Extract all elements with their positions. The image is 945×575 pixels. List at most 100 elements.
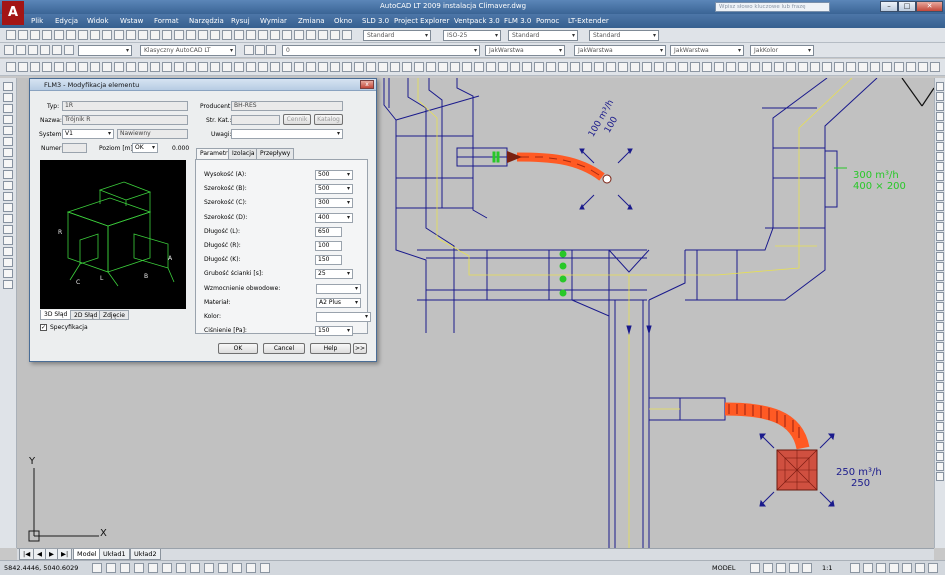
modify-tool-icon[interactable]	[936, 132, 944, 141]
system-select[interactable]: V1	[62, 129, 114, 139]
draw-tool-icon[interactable]	[3, 258, 13, 267]
toolbar-tool-icon[interactable]	[258, 62, 268, 72]
toolbar-tool-icon[interactable]	[258, 30, 268, 40]
poziom-ref-select[interactable]: OK	[132, 143, 158, 153]
status-tray-icon[interactable]	[889, 563, 899, 573]
dim-style-select[interactable]: ISO-25	[443, 30, 501, 41]
status-tray-icon[interactable]	[902, 563, 912, 573]
draw-tool-icon[interactable]	[3, 126, 13, 135]
modify-tool-icon[interactable]	[936, 262, 944, 271]
tab-insulation[interactable]: Izolacja	[228, 148, 259, 159]
draw-tool-icon[interactable]	[3, 170, 13, 179]
toolbar-tool-icon[interactable]	[342, 62, 352, 72]
toolbar-tool-icon[interactable]	[126, 30, 136, 40]
status-toggle-icon[interactable]	[246, 563, 256, 573]
maximize-button[interactable]: □	[898, 1, 916, 12]
menu-item-12[interactable]: Ventpack 3.0	[454, 17, 500, 25]
toolbar-tool-icon[interactable]	[798, 62, 808, 72]
param-select[interactable]: 300	[315, 198, 353, 209]
toolbar-tool-icon[interactable]	[558, 62, 568, 72]
modify-tool-icon[interactable]	[936, 242, 944, 251]
toolbar-tool-icon[interactable]	[198, 30, 208, 40]
model-space-toggle[interactable]: MODEL	[712, 564, 735, 572]
status-tray-icon[interactable]	[789, 563, 799, 573]
modify-tool-icon[interactable]	[936, 212, 944, 221]
modify-tool-icon[interactable]	[936, 432, 944, 441]
toolbar-tool-icon[interactable]	[282, 30, 292, 40]
toolbar-tool-icon[interactable]	[534, 62, 544, 72]
draw-tool-icon[interactable]	[3, 82, 13, 91]
draw-tool-icon[interactable]	[3, 104, 13, 113]
menu-item-2[interactable]: Widok	[87, 17, 109, 25]
toolbar-tool-icon[interactable]	[510, 62, 520, 72]
toolbar-tool-icon[interactable]	[282, 62, 292, 72]
toolbar-tool-icon[interactable]	[822, 62, 832, 72]
toolbar-tool-icon[interactable]	[270, 30, 280, 40]
param-select[interactable]	[316, 283, 361, 294]
status-toggle-icon[interactable]	[176, 563, 186, 573]
modify-tool-icon[interactable]	[936, 462, 944, 471]
draw-tool-icon[interactable]	[3, 236, 13, 245]
modify-tool-icon[interactable]	[936, 142, 944, 151]
toolbar-tool-icon[interactable]	[318, 62, 328, 72]
modify-tool-icon[interactable]	[936, 82, 944, 91]
toolbar-tool-icon[interactable]	[546, 62, 556, 72]
toolbar-tool-icon[interactable]	[102, 30, 112, 40]
param-select[interactable]: 150	[315, 326, 353, 337]
text-style-select[interactable]: Standard	[363, 30, 431, 41]
modify-tool-icon[interactable]	[936, 382, 944, 391]
toolbar-tool-icon[interactable]	[102, 62, 112, 72]
toolbar-tool-icon[interactable]	[342, 30, 352, 40]
toolbar-tool-icon[interactable]	[306, 30, 316, 40]
modify-tool-icon[interactable]	[936, 172, 944, 181]
toolbar-tool-icon[interactable]	[378, 62, 388, 72]
tab-model[interactable]: Model	[73, 549, 101, 560]
toolbar-tool-icon[interactable]	[138, 30, 148, 40]
toolbar-tool-icon[interactable]	[186, 30, 196, 40]
toolbar-tool-icon[interactable]	[42, 62, 52, 72]
toolbar-tool-icon[interactable]	[198, 62, 208, 72]
modify-tool-icon[interactable]	[936, 412, 944, 421]
status-tray-icon[interactable]	[802, 563, 812, 573]
toolbar-tool-icon[interactable]	[918, 62, 928, 72]
toolbar-tool-icon[interactable]	[114, 62, 124, 72]
linetype-select[interactable]: JakWarstwa	[574, 45, 666, 56]
toolbar-tool-icon[interactable]	[174, 30, 184, 40]
tab-nav-last-icon[interactable]: ▶|	[57, 549, 73, 560]
toolbar-tool-icon[interactable]	[66, 62, 76, 72]
toolbar-tool-icon[interactable]	[666, 62, 676, 72]
modify-tool-icon[interactable]	[936, 202, 944, 211]
toolbar-tool-icon[interactable]	[222, 30, 232, 40]
status-tray-icon[interactable]	[863, 563, 873, 573]
toolbar-tool-icon[interactable]	[498, 62, 508, 72]
toolbar-tool-icon[interactable]	[90, 62, 100, 72]
param-select[interactable]: 400	[315, 212, 353, 223]
toolbar-tool-icon[interactable]	[570, 62, 580, 72]
status-tray-icon[interactable]	[776, 563, 786, 573]
modify-tool-icon[interactable]	[936, 182, 944, 191]
toolbar-tool-icon[interactable]	[606, 62, 616, 72]
toolbar-tool-icon[interactable]	[906, 62, 916, 72]
toolbar-tool-icon[interactable]	[630, 62, 640, 72]
toolbar-tool-icon[interactable]	[186, 62, 196, 72]
draw-tool-icon[interactable]	[3, 203, 13, 212]
param-select[interactable]: 25	[315, 269, 353, 280]
toolbar-tool-icon[interactable]	[255, 45, 265, 55]
modify-tool-icon[interactable]	[936, 272, 944, 281]
tab-3d-view[interactable]: 3D Słąd	[40, 310, 72, 320]
toolbar-tool-icon[interactable]	[30, 62, 40, 72]
toolbar-tool-icon[interactable]	[474, 62, 484, 72]
toolbar-tool-icon[interactable]	[762, 62, 772, 72]
cennik-button[interactable]: Cennik	[283, 114, 311, 125]
param-select[interactable]: 500	[315, 170, 353, 180]
toolbar-tool-icon[interactable]	[42, 30, 52, 40]
toolbar-tool-icon[interactable]	[846, 62, 856, 72]
draw-tool-icon[interactable]	[3, 225, 13, 234]
modify-tool-icon[interactable]	[936, 332, 944, 341]
toolbar-tool-icon[interactable]	[234, 30, 244, 40]
modify-tool-icon[interactable]	[936, 252, 944, 261]
toolbar-tool-icon[interactable]	[222, 62, 232, 72]
status-toggle-icon[interactable]	[260, 563, 270, 573]
toolbar-tool-icon[interactable]	[810, 62, 820, 72]
toolbar-tool-icon[interactable]	[162, 62, 172, 72]
